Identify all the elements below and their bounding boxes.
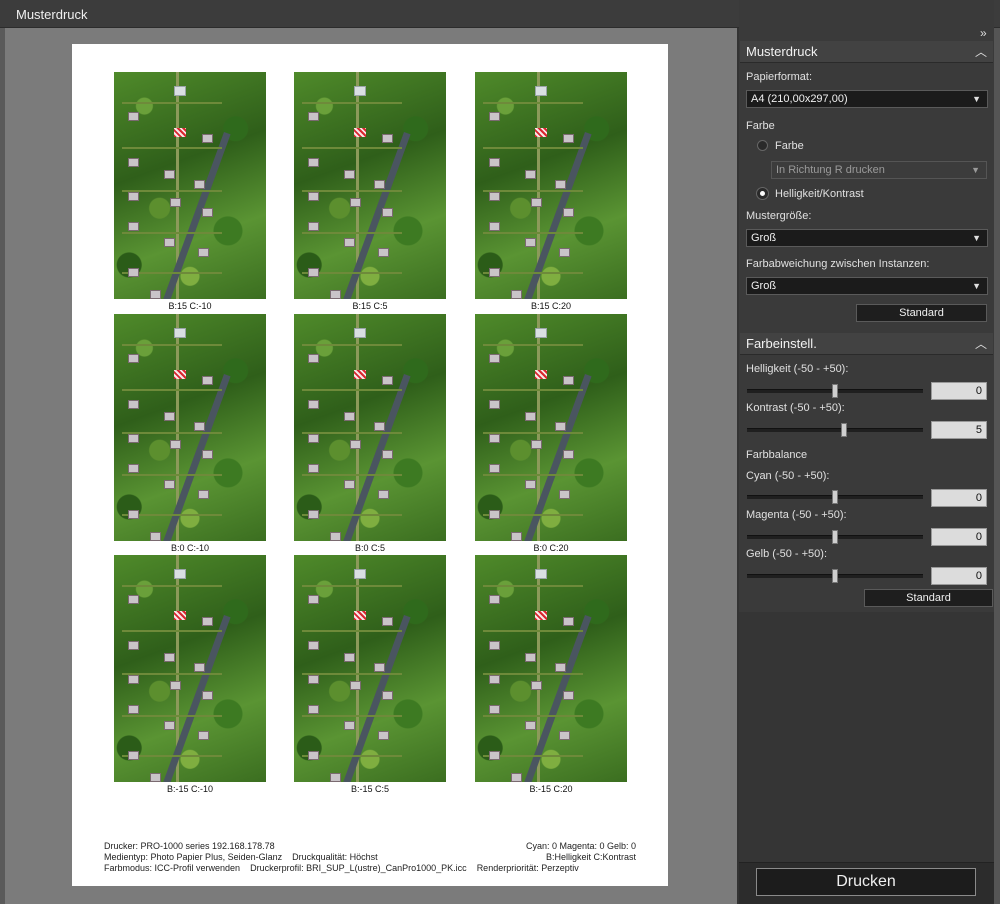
print-button[interactable]: Drucken: [756, 868, 976, 896]
radio-brightness-contrast[interactable]: [757, 188, 768, 199]
cyan-label: Cyan (-50 - +50):: [746, 470, 830, 482]
paper-format-select[interactable]: A4 (210,00x297,00) ▼: [746, 90, 988, 108]
thumbnail-caption: B:0 C:5: [354, 543, 385, 553]
thumbnail-caption: B:15 C:20: [530, 301, 572, 311]
panel-scrollbar[interactable]: [994, 28, 1000, 904]
cyan-input[interactable]: 0: [931, 489, 987, 507]
pattern-thumbnail: B:0 C:20: [475, 314, 627, 553]
pattern-thumbnail: B:15 C:-10: [114, 72, 266, 311]
chevron-up-icon: ︿: [974, 337, 987, 351]
pattern-thumbnail: B:-15 C:20: [475, 555, 627, 794]
color-deviation-select[interactable]: Groß ▼: [746, 277, 988, 295]
legend-info: B:Helligkeit C:Kontrast: [545, 852, 636, 862]
aerial-photo: [475, 314, 627, 541]
paper-format-label: Papierformat:: [746, 71, 813, 83]
pattern-thumbnail: B:0 C:5: [294, 314, 446, 553]
color-balance-label: Farbbalance: [746, 449, 808, 461]
contrast-slider-thumb[interactable]: [841, 423, 847, 437]
magenta-input[interactable]: 0: [931, 528, 987, 546]
pattern-size-label: Mustergröße:: [746, 210, 812, 222]
window-title: Musterdruck: [16, 7, 88, 22]
dropdown-arrow-icon: ▼: [972, 233, 981, 243]
radio-color[interactable]: [757, 140, 768, 151]
collapse-panel-icon[interactable]: »: [980, 26, 987, 40]
section-header-farbeinstell[interactable]: Farbeinstell. ︿: [740, 333, 993, 355]
pattern-thumbnail: B:-15 C:-10: [114, 555, 266, 794]
magenta-slider-thumb[interactable]: [832, 530, 838, 544]
yellow-slider-thumb[interactable]: [832, 569, 838, 583]
color-label: Farbe: [746, 120, 775, 132]
thumbnail-caption: B:-15 C:5: [350, 784, 390, 794]
cmy-info: Cyan: 0 Magenta: 0 Gelb: 0: [526, 841, 637, 851]
thumbnail-caption: B:15 C:-10: [168, 301, 212, 311]
dropdown-arrow-icon: ▼: [971, 165, 980, 175]
printer-info: Drucker: PRO-1000 series 192.168.178.78: [104, 841, 275, 851]
left-edge-strip: [0, 28, 5, 904]
yellow-label: Gelb (-50 - +50):: [746, 548, 828, 560]
color-deviation-label: Farbabweichung zwischen Instanzen:: [746, 258, 930, 270]
contrast-input[interactable]: 5: [931, 421, 987, 439]
dropdown-arrow-icon: ▼: [972, 281, 981, 291]
aerial-photo: [294, 555, 446, 782]
print-info-left: Drucker: PRO-1000 series 192.168.178.78 …: [104, 841, 579, 874]
dropdown-arrow-icon: ▼: [972, 94, 981, 104]
section-header-musterdruck[interactable]: Musterdruck ︿: [740, 41, 993, 63]
pattern-size-select[interactable]: Groß ▼: [746, 229, 988, 247]
thumbnail-caption: B:-15 C:-10: [166, 784, 214, 794]
standard-button-musterdruck[interactable]: Standard: [856, 304, 987, 322]
brightness-input[interactable]: 0: [931, 382, 987, 400]
pattern-thumbnail: B:0 C:-10: [114, 314, 266, 553]
contrast-slider[interactable]: [747, 428, 923, 432]
panel-empty-area: [739, 612, 994, 862]
pattern-thumbnail: B:15 C:5: [294, 72, 446, 311]
pattern-thumbnail: B:-15 C:5: [294, 555, 446, 794]
radio-color-label: Farbe: [775, 140, 804, 152]
aerial-photo: [114, 555, 266, 782]
yellow-input[interactable]: 0: [931, 567, 987, 585]
chevron-up-icon: ︿: [974, 45, 987, 59]
thumbnail-caption: B:-15 C:20: [529, 784, 573, 794]
thumbnail-caption: B:0 C:20: [533, 543, 569, 553]
cyan-slider-thumb[interactable]: [832, 490, 838, 504]
contrast-label: Kontrast (-50 - +50):: [746, 402, 845, 414]
radio-brightness-contrast-label: Helligkeit/Kontrast: [775, 188, 864, 200]
aerial-photo: [294, 314, 446, 541]
print-info-right: Cyan: 0 Magenta: 0 Gelb: 0 B:Helligkeit …: [526, 841, 636, 863]
media-info: Medientyp: Photo Papier Plus, Seiden-Gla…: [104, 852, 378, 862]
thumbnail-caption: B:0 C:-10: [170, 543, 210, 553]
thumbnail-caption: B:15 C:5: [352, 301, 388, 311]
aerial-photo: [114, 314, 266, 541]
aerial-photo: [114, 72, 266, 299]
brightness-label: Helligkeit (-50 - +50):: [746, 363, 849, 375]
magenta-label: Magenta (-50 - +50):: [746, 509, 847, 521]
brightness-slider-thumb[interactable]: [832, 384, 838, 398]
standard-button-farbeinstell[interactable]: Standard: [864, 589, 993, 607]
aerial-photo: [475, 555, 627, 782]
aerial-photo: [294, 72, 446, 299]
direction-select[interactable]: In Richtung R drucken ▼: [771, 161, 987, 179]
pattern-thumbnail: B:15 C:20: [475, 72, 627, 311]
aerial-photo: [475, 72, 627, 299]
colormode-info: Farbmodus: ICC-Profil verwenden Druckerp…: [104, 863, 579, 873]
